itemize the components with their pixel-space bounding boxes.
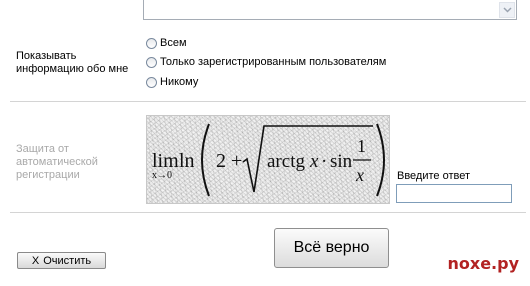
radio-option-nobody[interactable]: Никому (146, 75, 198, 89)
captcha-label-line: автоматической (16, 156, 98, 168)
captcha-label-line: Защита от (16, 143, 69, 155)
captcha-label: Защита от автоматической регистрации (16, 143, 98, 182)
about-textarea[interactable] (143, 0, 517, 20)
formula-dot: · (321, 151, 327, 172)
formula-arctg: arctg (267, 151, 305, 172)
answer-input[interactable] (396, 184, 512, 203)
clear-button-label: Очистить (43, 254, 92, 267)
answer-label: Введите ответ (397, 170, 471, 182)
clear-button[interactable]: X Очистить (17, 252, 106, 269)
captcha-image: lim x→0 ln 2 + arctg x · sin 1 x (146, 115, 390, 204)
chevron-down-icon (503, 7, 512, 13)
watermark: noxe.ру (447, 254, 519, 273)
captcha-formula: lim x→0 ln 2 + arctg x · sin 1 x (152, 123, 385, 197)
radio-label: Всем (160, 37, 187, 49)
formula-denominator: x (355, 165, 364, 185)
formula-two-plus: 2 + (216, 150, 242, 172)
divider (10, 212, 526, 213)
formula-ln: ln (179, 150, 195, 172)
formula-numerator: 1 (357, 136, 366, 156)
radio-option-all[interactable]: Всем (146, 36, 187, 50)
radio-button[interactable] (146, 56, 157, 68)
visibility-label-line: информацию обо мне (16, 63, 129, 75)
formula-x: x (309, 151, 319, 172)
radio-button[interactable] (146, 76, 157, 88)
submit-button-label: Всё верно (293, 239, 370, 256)
visibility-label-line: Показывать (16, 50, 77, 62)
radio-option-registered[interactable]: Только зарегистрированным пользователям (146, 55, 386, 69)
divider (10, 101, 526, 102)
captcha-label-line: регистрации (16, 169, 80, 181)
radio-label: Никому (160, 76, 199, 88)
scroll-down-button[interactable] (499, 2, 515, 18)
submit-button[interactable]: Всё верно (274, 228, 389, 268)
formula-sin: sin (330, 151, 353, 172)
radio-label: Только зарегистрированным пользователям (160, 56, 387, 68)
radio-button[interactable] (146, 37, 157, 49)
visibility-label: Показывать информацию обо мне (16, 50, 128, 76)
formula-lim: lim (152, 150, 179, 172)
formula-lim-sub: x→0 (152, 170, 172, 181)
close-icon: X (31, 254, 40, 267)
